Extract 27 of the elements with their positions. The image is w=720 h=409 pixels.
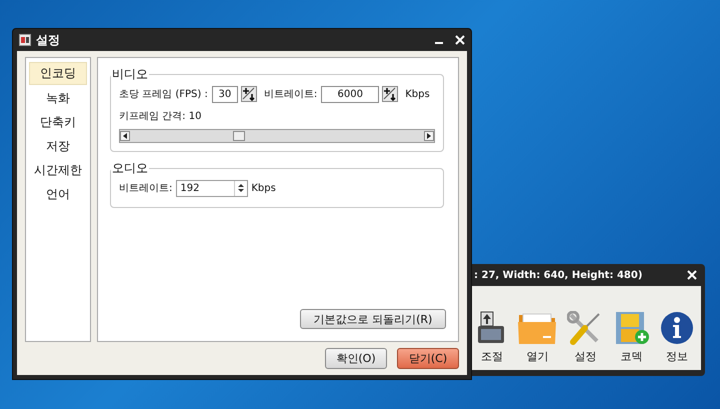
window-title: : 27, Width: 640, Height: 480) — [474, 270, 642, 280]
sidebar-item[interactable]: 언어 — [29, 184, 87, 205]
slider-label: 키프레임 간격: 10 — [119, 110, 202, 123]
field-label: 초당 프레임 (FPS) : — [119, 88, 208, 101]
sidebar-item[interactable]: 녹화 — [29, 88, 87, 109]
sidebar-item[interactable]: 시간제한 — [29, 160, 87, 181]
tool-label[interactable]: 열기 — [526, 349, 548, 364]
tool-label[interactable]: 조절 — [481, 349, 504, 364]
fps-field[interactable]: 30 — [212, 86, 238, 102]
sidebar-item[interactable]: 인코딩 — [29, 62, 87, 85]
group-title: 비디오 — [111, 66, 149, 83]
sidebar-item[interactable]: 저장 — [29, 136, 87, 157]
unit-label: Kbps — [251, 182, 276, 194]
reset-button[interactable]: 기본값으로 되돌리기(R) — [300, 309, 446, 329]
group-title: 오디오 — [111, 160, 149, 177]
tool-label[interactable]: 코덱 — [620, 349, 643, 364]
bitrate-field[interactable]: 192 — [176, 180, 248, 196]
field-label: 비트레이트: — [264, 88, 318, 101]
window-title: 설정 — [36, 32, 60, 48]
ok-button[interactable]: 확인(O) — [325, 348, 387, 369]
close-button[interactable]: 닫기(C) — [397, 348, 459, 369]
tool-label[interactable]: 정보 — [666, 349, 688, 364]
unit-label: Kbps — [405, 88, 430, 100]
sidebar-item[interactable]: 단축키 — [29, 112, 87, 133]
tool-label[interactable]: 설정 — [574, 349, 596, 364]
field-label: 비트레이트: — [119, 182, 172, 195]
bitrate-field[interactable]: 6000 — [321, 86, 380, 102]
